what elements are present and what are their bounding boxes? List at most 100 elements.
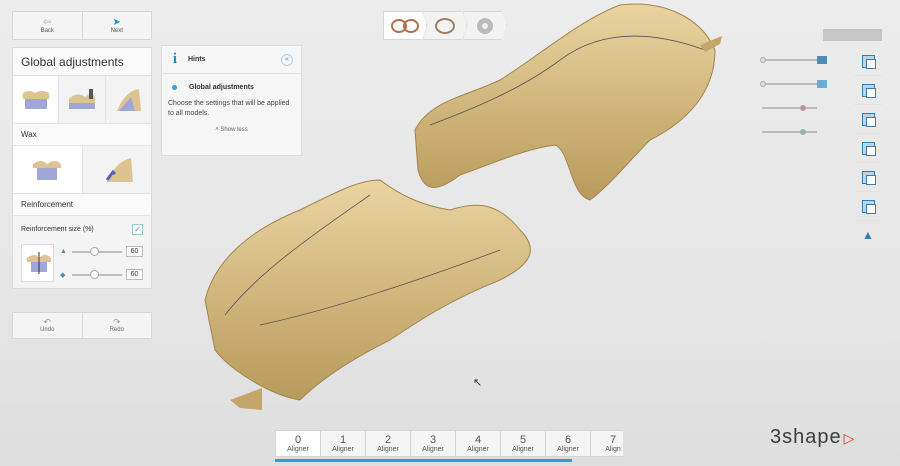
aligner-tab-6[interactable]: 6 Aligner (545, 430, 591, 457)
aligner-tab-1[interactable]: 1 Aligner (320, 430, 366, 457)
workflow-step-aligners[interactable] (383, 11, 427, 40)
aligner-tab-0[interactable]: 0 Aligner (275, 430, 321, 457)
reinforcement-slider-2[interactable] (72, 269, 122, 279)
aligner-label: Aligner (332, 446, 354, 453)
slider-value-1[interactable]: 60 (126, 246, 143, 257)
chevron-up-icon: ˄ (215, 127, 219, 133)
slider-row-1: ▲ 60 (60, 246, 143, 257)
top-right-bar (823, 29, 882, 41)
aligner-number: 6 (564, 434, 572, 446)
wax-block-icon (22, 90, 49, 109)
model-icon (817, 56, 827, 64)
view-right-icon (861, 141, 876, 156)
aligner-tab-5[interactable]: 5 Aligner (500, 430, 546, 457)
hints-panel: i Hints « Global adjustments Choose the … (161, 45, 302, 156)
aligner-label: Aligner (422, 446, 444, 453)
aligner-label: Align (605, 446, 621, 453)
reinforcement-label: Reinforcement (13, 194, 151, 216)
visibility-slider-4[interactable] (762, 120, 832, 144)
view-back-button[interactable] (854, 76, 882, 105)
next-label: Next (110, 27, 123, 34)
wax-option-1[interactable] (13, 76, 60, 123)
reinforcement-size-checkbox[interactable]: ✓ (132, 223, 143, 235)
aligner-label: Aligner (377, 446, 399, 453)
logo-text: 3shape (770, 426, 842, 448)
snapshot-button[interactable]: ▲ (854, 221, 882, 250)
workflow-step-model[interactable] (423, 11, 467, 40)
arrow-right-icon: ➤ (112, 16, 121, 28)
view-bottom-icon (861, 199, 876, 214)
wax-option-2[interactable] (59, 76, 106, 123)
next-button[interactable]: ➤ Next (83, 12, 152, 39)
slider-knob-2[interactable] (90, 269, 99, 279)
view-left-button[interactable] (854, 105, 882, 134)
view-front-button[interactable] (854, 47, 882, 76)
slider-knob-1[interactable] (90, 246, 99, 256)
panel-title: Global adjustments (13, 48, 151, 76)
redo-label: Redo (109, 327, 124, 333)
view-top-button[interactable] (854, 163, 882, 192)
aligner-label: Aligner (467, 446, 489, 453)
3shape-logo: 3shape ▷ (770, 426, 855, 449)
aligner-tab-4[interactable]: 4 Aligner (455, 430, 501, 457)
hint-item: Global adjustments (162, 74, 301, 91)
view-top-icon (861, 170, 876, 185)
reinforcement-size-label: Reinforcement size (%) (21, 225, 94, 233)
view-bottom-button[interactable] (854, 192, 882, 221)
redo-button[interactable]: ↷ Redo (83, 313, 152, 338)
back-button[interactable]: ⇦ Back (13, 12, 83, 39)
camera-icon: ▲ (862, 228, 874, 242)
aligner-progress-bar (275, 459, 572, 462)
gem-icon (817, 80, 827, 88)
reinforcement-block-icon (33, 160, 62, 180)
reinforcement-preview-icon (26, 252, 51, 274)
aligner-tabs: 0 Aligner 1 Aligner 2 Aligner 3 Aligner 4 Aligner… (275, 430, 623, 460)
aligner-tab-3[interactable]: 3 Aligner (410, 430, 456, 457)
collapse-icon[interactable]: « (281, 53, 293, 66)
reinforcement-slider-1[interactable] (72, 246, 122, 256)
aligner-number: 3 (429, 434, 437, 446)
aligner-tab-2[interactable]: 2 Aligner (365, 430, 411, 457)
global-adjustments-panel: Global adjustments Wax Reinforcement Rei… (12, 47, 152, 289)
view-tools: ▲ (854, 47, 882, 250)
aligner-tab-7[interactable]: 7 Align (590, 430, 623, 457)
visibility-slider-2[interactable] (760, 72, 832, 96)
reinforcement-preview (21, 244, 54, 282)
visibility-slider-3[interactable] (762, 96, 832, 120)
info-icon: i (172, 51, 178, 67)
hints-header: i Hints « (162, 46, 301, 74)
arch-icon (435, 17, 455, 34)
aligner-number: 0 (294, 434, 302, 446)
reinforcement-sliders: ▲ 60 ◆ 60 (21, 244, 143, 282)
undo-icon: ↶ (43, 317, 52, 327)
mouse-cursor-icon: ↖ (473, 377, 483, 389)
aligner-label: Aligner (512, 446, 534, 453)
view-back-icon (861, 83, 876, 98)
redo-icon: ↷ (112, 317, 121, 327)
slider-value-2[interactable]: 60 (126, 269, 143, 280)
reinforcement-option-1[interactable] (13, 146, 83, 193)
hint-item-title: Global adjustments (189, 84, 254, 91)
reinforcement-edge-icon (105, 157, 133, 182)
undo-button[interactable]: ↶ Undo (13, 313, 83, 338)
arrow-left-icon: ⇦ (43, 16, 52, 28)
wax-thumbnails (13, 76, 151, 124)
aligner-label: Aligner (557, 446, 579, 453)
hint-text: Choose the settings that will be applied… (168, 100, 290, 117)
aligner-number: 2 (384, 434, 392, 446)
wax-option-3[interactable] (105, 76, 151, 123)
show-less-link[interactable]: ˄ Show less (162, 119, 301, 133)
bullet-icon (172, 85, 177, 90)
reinforcement-thumbnails (13, 146, 151, 194)
visibility-slider-1[interactable] (760, 48, 832, 72)
reinforcement-option-2[interactable] (82, 146, 151, 193)
workflow-steps (383, 11, 513, 40)
undo-label: Undo (40, 327, 55, 333)
visibility-sliders (760, 48, 832, 144)
aligner-number: 5 (519, 434, 527, 446)
wax-contour-icon (117, 88, 142, 111)
workflow-step-export[interactable] (463, 11, 507, 40)
aligner-label: Aligner (287, 446, 309, 453)
view-right-button[interactable] (854, 134, 882, 163)
aligner-number: 1 (339, 434, 347, 446)
